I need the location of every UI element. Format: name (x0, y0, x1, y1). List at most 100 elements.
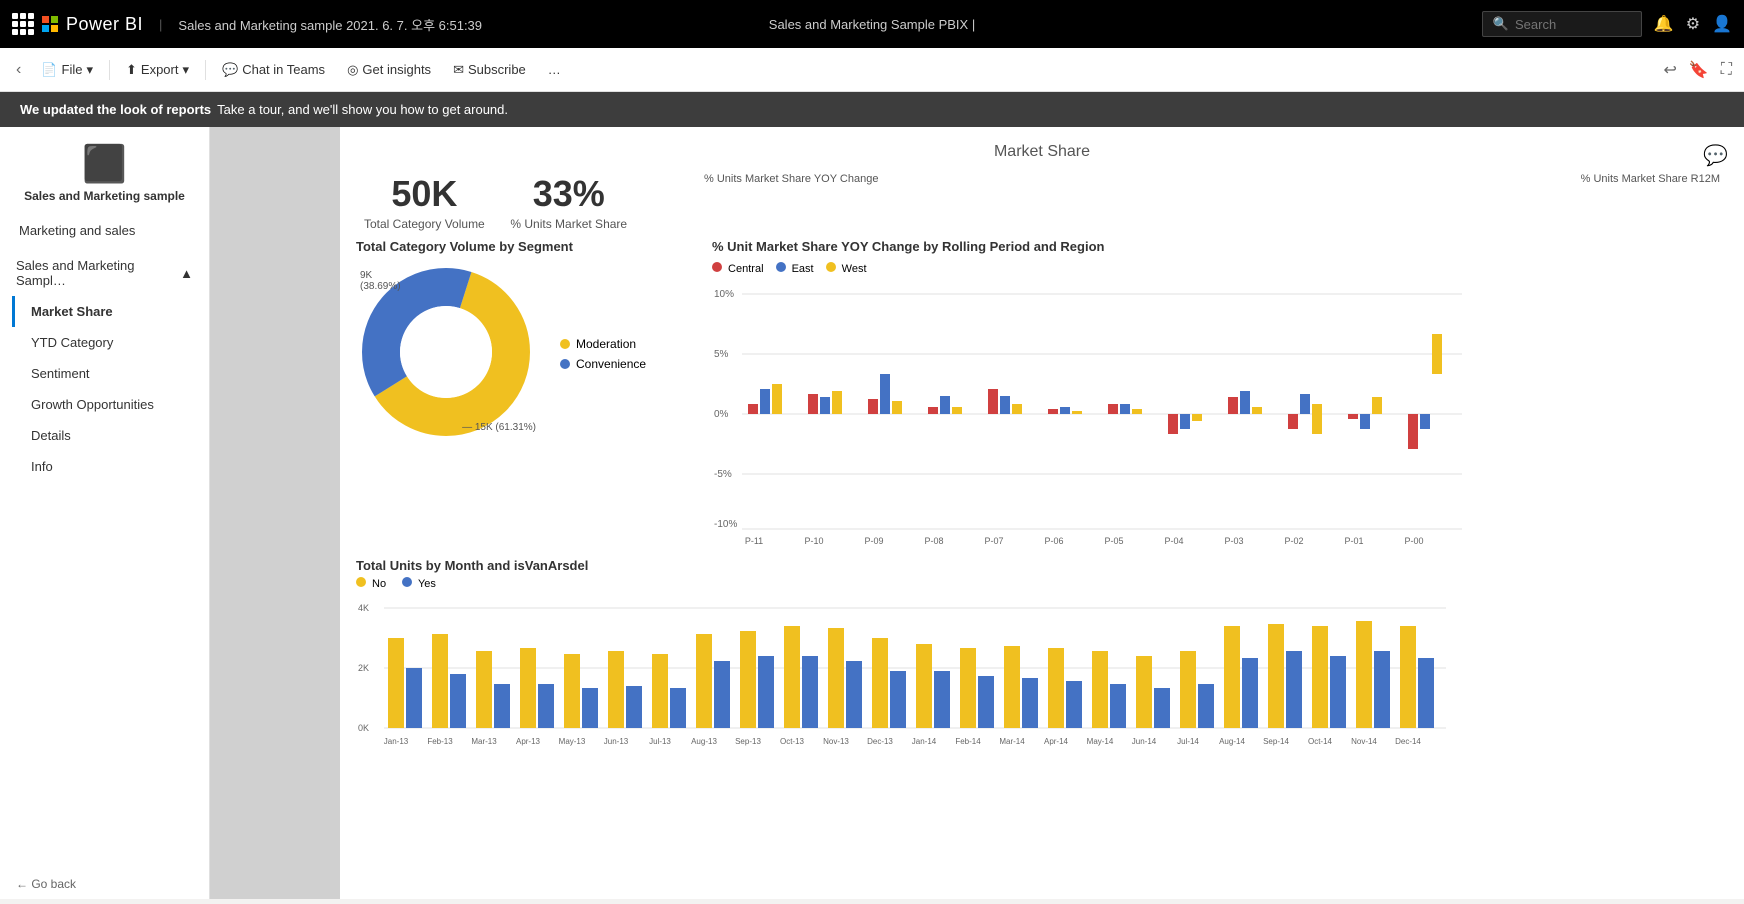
sidebar-go-back[interactable]: ← Go back (0, 869, 209, 899)
settings-gear-icon[interactable]: ⚙ (1686, 14, 1700, 34)
microsoft-logo (42, 16, 58, 32)
convenience-dot (560, 359, 570, 369)
bottom-chart-title: Total Units by Month and isVanArsdel (356, 558, 1728, 573)
donut-container: 9K(38.69%) — 15K (61.31%) Moderation Con… (356, 262, 696, 445)
svg-text:P-02: P-02 (1284, 536, 1303, 546)
file-icon: 📄 (41, 62, 57, 78)
sidebar-item-ytd-category[interactable]: YTD Category (12, 327, 209, 358)
notification-bell-icon[interactable]: 🔔 (1654, 14, 1674, 34)
svg-text:Mar-14: Mar-14 (999, 737, 1025, 746)
file-button[interactable]: 📄 File ▾ (31, 58, 103, 82)
metric-label-share: % Units Market Share (509, 217, 629, 231)
donut-label-9k: 9K(38.69%) (360, 270, 401, 292)
undo-button[interactable]: ↩ (1659, 56, 1680, 84)
metric-value-share: 33% (509, 173, 629, 215)
comment-icon[interactable]: 💬 (1703, 143, 1728, 168)
subscribe-button[interactable]: ✉ Subscribe (443, 58, 536, 82)
sidebar: ⬛ Sales and Marketing sample Marketing a… (0, 127, 210, 899)
sidebar-item-details[interactable]: Details (12, 420, 209, 451)
export-button[interactable]: ⬆ Export ▾ (116, 58, 199, 82)
power-bi-logo-icon: ⬛ (82, 143, 127, 185)
export-chevron-icon: ▾ (182, 62, 189, 78)
metric-label-volume: Total Category Volume (364, 217, 485, 231)
svg-text:10%: 10% (714, 289, 734, 300)
west-dot (826, 262, 836, 272)
legend-central: Central (712, 262, 764, 275)
search-input[interactable] (1515, 17, 1631, 32)
east-dot (776, 262, 786, 272)
bar-chart-legend: Central East West (712, 262, 1728, 275)
svg-text:Apr-13: Apr-13 (516, 737, 541, 746)
get-insights-button[interactable]: ◎ Get insights (337, 58, 441, 82)
svg-text:Apr-14: Apr-14 (1044, 737, 1069, 746)
svg-text:P-07: P-07 (984, 536, 1003, 546)
svg-text:Oct-13: Oct-13 (780, 737, 805, 746)
sidebar-item-growth-opportunities[interactable]: Growth Opportunities (12, 389, 209, 420)
svg-text:P-11: P-11 (745, 536, 763, 546)
toolbar-right-actions: ↩ 🔖 ⛶ (1659, 56, 1736, 84)
svg-text:May-13: May-13 (559, 737, 586, 746)
sidebar-item-marketing-sales[interactable]: Marketing and sales (0, 215, 209, 246)
central-dot (712, 262, 722, 272)
svg-text:-10%: -10% (714, 519, 737, 530)
svg-text:Mar-13: Mar-13 (471, 737, 497, 746)
legend-west: West (826, 262, 867, 275)
svg-text:Oct-14: Oct-14 (1308, 737, 1333, 746)
no-dot (356, 577, 366, 587)
notif-text: Take a tour, and we'll show you how to g… (217, 102, 508, 117)
svg-text:Sep-13: Sep-13 (735, 737, 761, 746)
svg-text:Jun-13: Jun-13 (604, 737, 629, 746)
bar-chart-section: % Unit Market Share YOY Change by Rollin… (712, 239, 1728, 542)
sidebar-logo: ⬛ Sales and Marketing sample (0, 127, 209, 211)
bar-chart-title: % Unit Market Share YOY Change by Rollin… (712, 239, 1728, 254)
topbar-center: Sales and Marketing Sample PBIX | (769, 17, 975, 32)
chat-teams-button[interactable]: 💬 Chat in Teams (212, 58, 335, 82)
profile-icon[interactable]: 👤 (1712, 14, 1732, 34)
separator (109, 60, 110, 80)
metric-value-volume: 50K (364, 173, 485, 215)
donut-legend: Moderation Convenience (560, 337, 646, 371)
sidebar-item-market-share[interactable]: Market Share (12, 296, 209, 327)
topbar-right: 🔍 🔔 ⚙ 👤 (1482, 11, 1732, 37)
more-button[interactable]: … (538, 58, 571, 81)
svg-text:P-04: P-04 (1164, 536, 1183, 546)
fullscreen-button[interactable]: ⛶ (1717, 56, 1736, 84)
svg-text:Nov-14: Nov-14 (1351, 737, 1377, 746)
apps-grid-icon[interactable] (12, 13, 34, 35)
sidebar-item-sentiment[interactable]: Sentiment (12, 358, 209, 389)
svg-text:0%: 0% (714, 409, 729, 420)
back-button[interactable]: ‹ (8, 57, 29, 83)
svg-text:May-14: May-14 (1087, 737, 1114, 746)
notification-bar: We updated the look of reports Take a to… (0, 92, 1744, 127)
svg-text:2K: 2K (358, 663, 369, 673)
svg-text:Jul-14: Jul-14 (1177, 737, 1199, 746)
topbar: Power BI | Sales and Marketing sample 20… (0, 0, 1744, 48)
donut-chart-title: Total Category Volume by Segment (356, 239, 696, 254)
search-box[interactable]: 🔍 (1482, 11, 1642, 37)
moderation-dot (560, 339, 570, 349)
yoy-change-label: % Units Market Share YOY Change (704, 173, 878, 185)
svg-text:P-10: P-10 (804, 536, 823, 546)
sidebar-item-info[interactable]: Info (12, 451, 209, 482)
svg-text:5%: 5% (714, 349, 729, 360)
content-area: Market Share 💬 50K Total Category Volume… (340, 127, 1744, 899)
subscribe-icon: ✉ (453, 62, 464, 78)
svg-text:P-05: P-05 (1104, 536, 1123, 546)
yes-dot (402, 577, 412, 587)
svg-text:P-03: P-03 (1224, 536, 1243, 546)
bottom-section: Total Units by Month and isVanArsdel No … (356, 558, 1728, 759)
svg-text:P-09: P-09 (864, 536, 883, 546)
svg-text:Sep-14: Sep-14 (1263, 737, 1289, 746)
bottom-chart-legend: No Yes (356, 577, 1728, 590)
svg-text:Dec-13: Dec-13 (867, 737, 893, 746)
legend-moderation: Moderation (560, 337, 646, 351)
legend-convenience: Convenience (560, 357, 646, 371)
svg-text:Aug-13: Aug-13 (691, 737, 717, 746)
bookmark-button[interactable]: 🔖 (1685, 56, 1713, 84)
svg-text:P-08: P-08 (924, 536, 943, 546)
sidebar-group-sales[interactable]: Sales and Marketing Sampl… ▲ (0, 250, 209, 296)
insights-icon: ◎ (347, 62, 358, 78)
metric-market-share: 33% % Units Market Share (509, 173, 629, 231)
chevron-up-icon: ▲ (180, 266, 193, 281)
metric-total-volume: 50K Total Category Volume (364, 173, 485, 231)
